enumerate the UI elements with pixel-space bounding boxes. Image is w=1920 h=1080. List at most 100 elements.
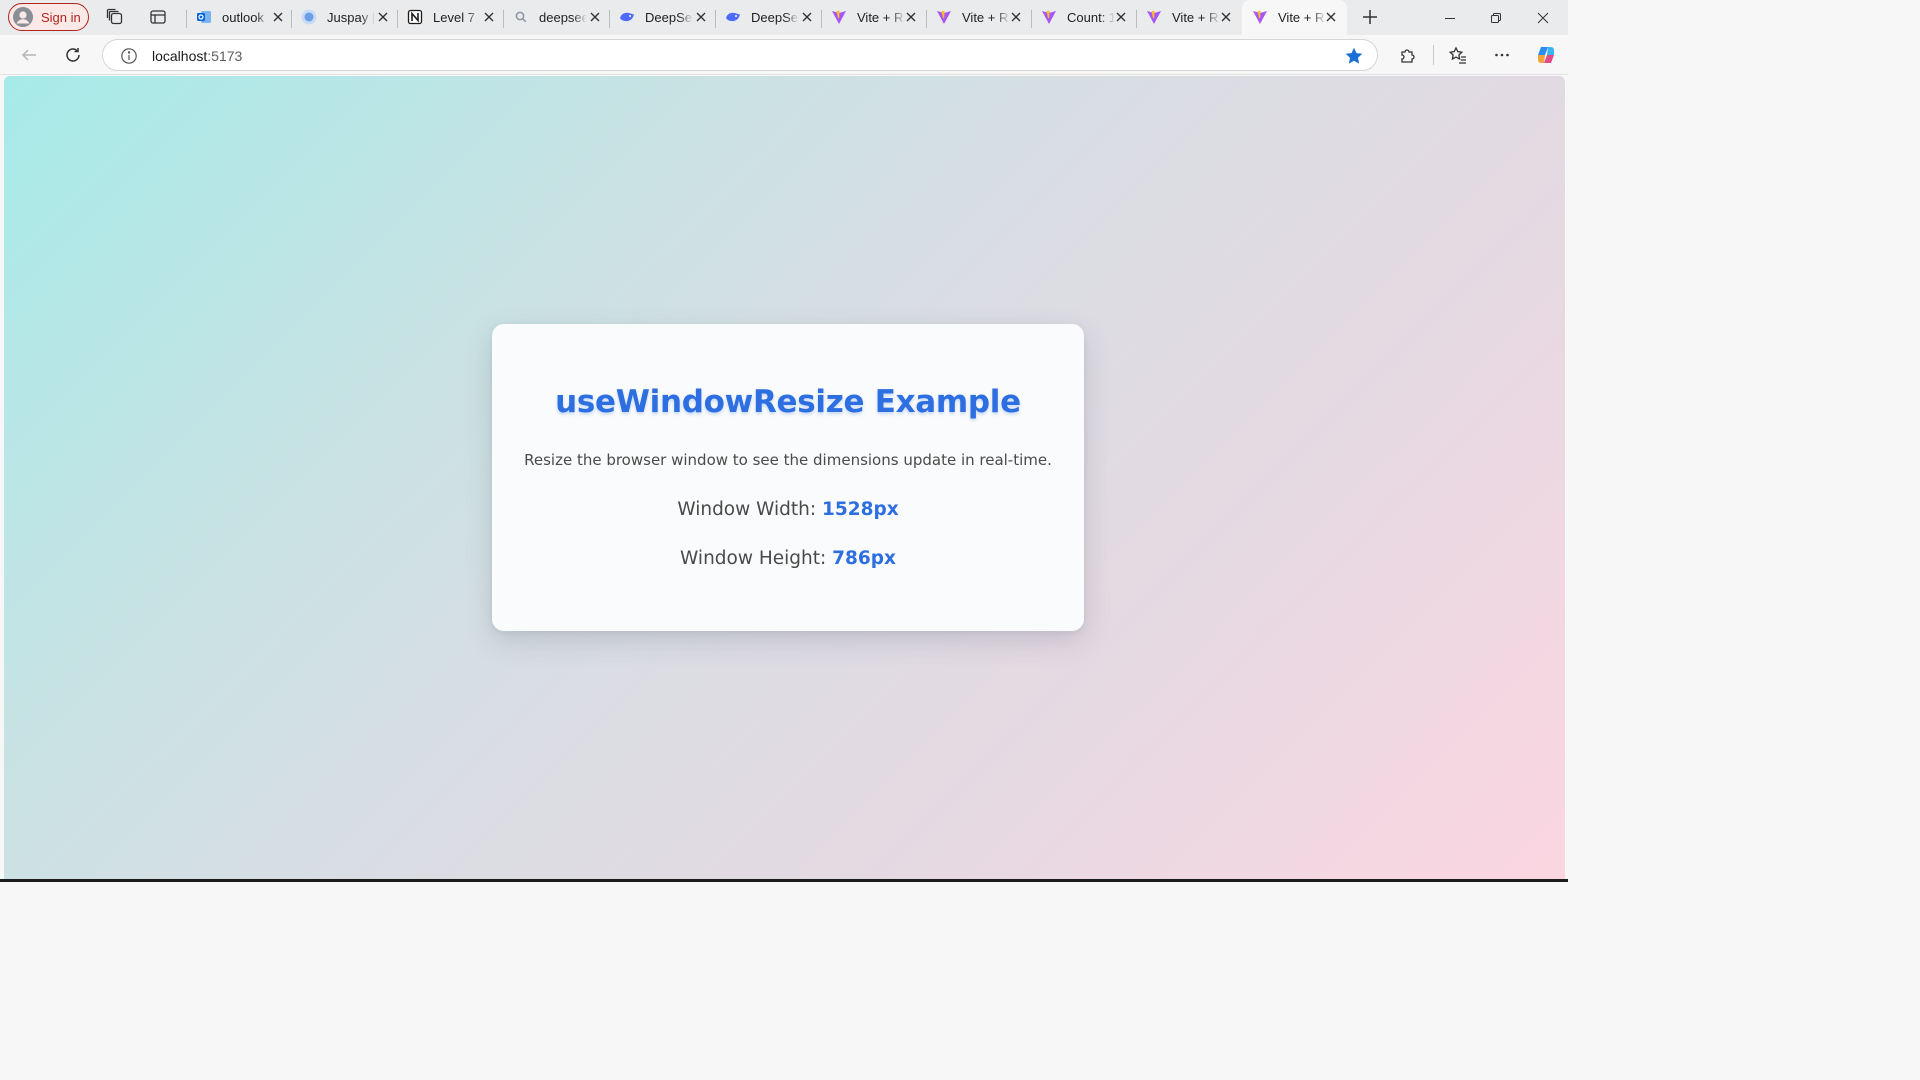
close-icon[interactable]	[589, 11, 601, 23]
vite-icon	[1252, 9, 1268, 25]
vite-icon	[936, 9, 952, 25]
vite-icon	[831, 9, 847, 25]
resize-info-card: useWindowResize Example Resize the brows…	[492, 324, 1084, 631]
plus-icon	[1363, 10, 1377, 24]
tab-juspay[interactable]: Juspay |	[291, 2, 397, 33]
window-width-value: 1528px	[822, 499, 899, 520]
extensions-button[interactable]	[1393, 41, 1423, 69]
close-icon[interactable]	[272, 11, 284, 23]
close-icon[interactable]	[1325, 11, 1337, 23]
minimize-button[interactable]	[1427, 0, 1473, 35]
tab-separator	[397, 10, 398, 28]
tab-vite-active[interactable]: Vite + R	[1242, 0, 1347, 35]
close-icon[interactable]	[905, 11, 917, 23]
favorites-button[interactable]	[1443, 41, 1473, 69]
tab-separator	[503, 10, 504, 28]
tab-count[interactable]: Count: 1	[1031, 2, 1136, 33]
outlook-icon	[196, 9, 212, 25]
tab-actions-button[interactable]	[145, 5, 171, 29]
minimize-icon	[1445, 17, 1455, 19]
page-title: useWindowResize Example	[555, 384, 1021, 420]
close-icon[interactable]	[377, 11, 389, 23]
new-tab-button[interactable]	[1357, 5, 1383, 29]
favorite-star-icon[interactable]	[1344, 46, 1364, 66]
tab-deepseek-2[interactable]: DeepSeek	[715, 2, 821, 33]
notion-icon	[407, 9, 423, 25]
vite-icon	[1146, 9, 1162, 25]
tab-vite-3[interactable]: Vite + R	[1136, 2, 1241, 33]
refresh-icon	[66, 48, 80, 62]
tab-title: Vite + R	[857, 10, 904, 25]
refresh-button[interactable]	[58, 41, 88, 69]
tab-deepseek-1[interactable]: DeepSeek	[609, 2, 715, 33]
more-options-icon	[1495, 53, 1509, 57]
tab-title: deepseek	[539, 10, 587, 25]
workspaces-icon	[106, 8, 123, 25]
workspaces-button[interactable]	[102, 5, 128, 29]
vite-icon	[1041, 9, 1057, 25]
close-icon[interactable]	[483, 11, 495, 23]
tab-title: Level 7	[433, 10, 475, 25]
puzzle-icon	[1401, 49, 1415, 63]
tab-vite-2[interactable]: Vite + R	[926, 2, 1031, 33]
address-url[interactable]: localhost:5173	[152, 48, 242, 64]
page-viewport: useWindowResize Example Resize the brows…	[4, 76, 1565, 879]
restore-icon	[1491, 12, 1501, 23]
tab-separator	[1136, 10, 1137, 28]
screen-bottom-edge	[0, 879, 1568, 882]
tab-separator	[1031, 10, 1032, 28]
url-port: :5173	[207, 48, 243, 64]
profile-sign-in-button[interactable]: Sign in	[8, 3, 89, 31]
site-info-icon[interactable]	[120, 47, 138, 65]
page-description: Resize the browser window to see the dim…	[524, 451, 1052, 469]
tab-level-7[interactable]: Level 7	[397, 2, 503, 33]
toolbar-divider	[1433, 45, 1434, 65]
tab-separator	[715, 10, 716, 28]
window-width-readout: Window Width: 1528px	[492, 499, 1084, 520]
window-width-label: Window Width:	[677, 499, 817, 520]
close-icon[interactable]	[695, 11, 707, 23]
close-icon[interactable]	[1115, 11, 1127, 23]
close-icon[interactable]	[1220, 11, 1232, 23]
tab-separator	[821, 10, 822, 28]
tab-outlook[interactable]: outlook	[186, 2, 291, 33]
tab-title: Juspay |	[327, 10, 375, 25]
tab-separator	[186, 10, 187, 28]
copilot-icon	[1538, 47, 1554, 63]
tab-title: DeepSeek	[645, 10, 693, 25]
back-arrow-icon	[21, 49, 36, 61]
profile-sign-in-label: Sign in	[41, 9, 81, 25]
copilot-button[interactable]	[1531, 41, 1561, 69]
tab-strip: Sign in outlook Juspay | Level 7 deepsee…	[0, 0, 1568, 35]
close-window-button[interactable]	[1520, 0, 1566, 35]
tab-separator	[291, 10, 292, 28]
close-icon[interactable]	[1010, 11, 1022, 23]
url-host: localhost	[152, 48, 208, 64]
profile-avatar-icon	[13, 7, 33, 27]
tab-separator	[609, 10, 610, 28]
tab-deepseek-search[interactable]: deepseek	[503, 2, 609, 33]
tab-title: Vite + R	[1172, 10, 1219, 25]
tab-title: Vite + R	[1278, 10, 1325, 25]
close-icon[interactable]	[801, 11, 813, 23]
tab-title: Count: 1	[1067, 10, 1115, 25]
back-button[interactable]	[14, 41, 44, 69]
tab-separator	[926, 10, 927, 28]
tab-title: DeepSeek	[751, 10, 799, 25]
settings-menu-button[interactable]	[1487, 41, 1517, 69]
window-height-label: Window Height:	[680, 548, 827, 569]
window-height-value: 786px	[832, 548, 896, 569]
tab-title: Vite + R	[962, 10, 1009, 25]
window-height-readout: Window Height: 786px	[492, 548, 1084, 569]
browser-toolbar: localhost:5173	[0, 35, 1568, 75]
deepseek-icon	[619, 9, 635, 25]
address-bar[interactable]: localhost:5173	[102, 39, 1378, 71]
tab-actions-icon	[150, 10, 166, 24]
tab-title: outlook	[222, 10, 264, 25]
deepseek-icon	[725, 9, 741, 25]
restore-button[interactable]	[1473, 0, 1519, 35]
juspay-icon	[301, 9, 317, 25]
search-icon	[513, 9, 529, 25]
favorites-list-icon	[1449, 46, 1466, 64]
tab-vite-1[interactable]: Vite + R	[821, 2, 926, 33]
